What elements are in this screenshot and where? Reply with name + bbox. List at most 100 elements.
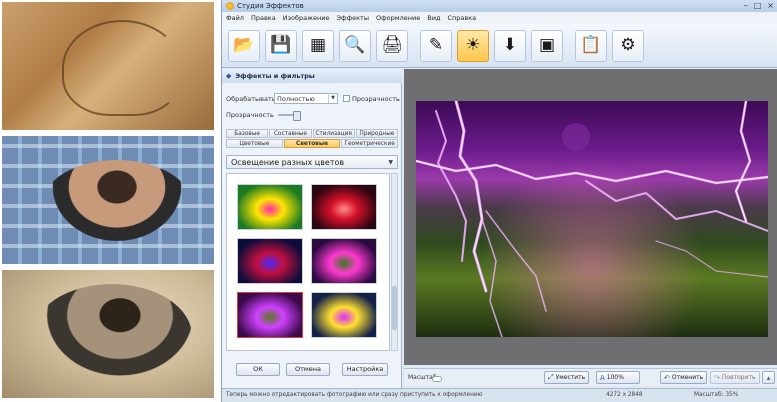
- effects-button[interactable]: ☀: [457, 29, 489, 62]
- print-button[interactable]: 🖨: [376, 29, 408, 62]
- preview-icon: 🔍: [344, 35, 366, 55]
- status-hint: Теперь можно отредактировать фотографию …: [226, 392, 483, 398]
- frame-button[interactable]: ▣: [531, 29, 563, 62]
- actual-size-button[interactable]: A 100%: [596, 371, 640, 384]
- opacity-label: Прозрачность: [226, 111, 274, 119]
- edit-icon: ✎: [428, 35, 444, 55]
- menu-decoration[interactable]: Оформление: [376, 14, 420, 22]
- chevron-down-icon: ▼: [328, 94, 337, 103]
- process-row: Обрабатывать Полностью ▼ Прозрачность: [226, 93, 400, 104]
- menu-effects[interactable]: Эффекты: [336, 14, 369, 22]
- menu-image[interactable]: Изображение: [283, 14, 330, 22]
- chevron-down-icon: ▼: [388, 158, 393, 166]
- ok-button[interactable]: ОК: [236, 363, 280, 376]
- open-folder-icon: 📂: [233, 35, 255, 55]
- panel-title: Эффекты и фильтры: [235, 72, 315, 80]
- scale-readout: Масштаб: 35%: [694, 392, 739, 398]
- minimize-button[interactable]: –: [744, 1, 748, 10]
- category-dropdown[interactable]: Освещение разных цветов ▼: [226, 155, 398, 169]
- tab-basic[interactable]: Базовые: [226, 129, 269, 138]
- menu-view[interactable]: Вид: [427, 14, 440, 22]
- redo-button[interactable]: ↷ Повторить: [710, 371, 760, 384]
- process-label: Обрабатывать: [226, 94, 276, 103]
- import-icon: ⬇: [502, 35, 518, 55]
- zoom-slider[interactable]: [432, 376, 442, 382]
- menu-bar: Файл Правка Изображение Эффекты Оформлен…: [222, 12, 777, 24]
- vintage-effect-photo: [2, 270, 214, 398]
- sepia-sketch-photo: [2, 2, 214, 130]
- fit-button[interactable]: ⤢ Уместить: [544, 371, 590, 384]
- cancel-button[interactable]: Отмена: [286, 363, 330, 376]
- app-logo-icon: [226, 2, 234, 10]
- chevron-up-icon: ▴: [766, 373, 771, 382]
- status-bar: Теперь можно отредактировать фотографию …: [222, 388, 777, 402]
- redo-icon: ↷: [714, 373, 720, 382]
- woven-effect-photo: [2, 136, 214, 264]
- image-size: 4272 x 2848: [606, 392, 643, 398]
- effects-sun-icon: ☀: [465, 35, 481, 55]
- collapse-icon[interactable]: ◆: [226, 72, 231, 80]
- title-bar: Студия Эффектов – □ ×: [222, 0, 777, 12]
- fit-label: Уместить: [555, 374, 586, 381]
- menu-file[interactable]: Файл: [226, 14, 244, 22]
- menu-edit[interactable]: Правка: [251, 14, 276, 22]
- tabs-row-2: Цветовые Световые Геометрические: [226, 139, 399, 148]
- panel-header: ◆ Эффекты и фильтры: [222, 69, 402, 83]
- tab-color[interactable]: Цветовые: [226, 139, 283, 148]
- open-button[interactable]: 📂: [228, 29, 260, 62]
- effect-thumbnails: [226, 173, 390, 351]
- settings-panel-button[interactable]: Настройка: [342, 363, 388, 376]
- main-toolbar: 📂 💾 ▦ 🔍 🖨 ✎ ☀ ⬇ ▣ 📋 ⚙: [222, 24, 777, 68]
- transparency-checkbox-label: Прозрачность: [352, 94, 400, 103]
- effect-thumb-1[interactable]: [311, 184, 377, 230]
- effect-thumb-2[interactable]: [237, 238, 303, 284]
- category-label: Освещение разных цветов: [231, 157, 345, 167]
- grid-icon: ▦: [309, 35, 327, 55]
- effect-thumb-0[interactable]: [237, 184, 303, 230]
- menu-help[interactable]: Справка: [447, 14, 476, 22]
- magnifier-icon: A: [600, 373, 605, 382]
- maximize-button[interactable]: □: [754, 1, 762, 10]
- transparency-checkbox[interactable]: [343, 95, 350, 102]
- edit-button[interactable]: ✎: [420, 29, 452, 62]
- save-button[interactable]: 💾: [265, 29, 297, 62]
- tab-composite[interactable]: Составные: [269, 129, 312, 138]
- process-select[interactable]: Полностью ▼: [274, 93, 338, 104]
- import-button[interactable]: ⬇: [494, 29, 526, 62]
- image-canvas: [404, 69, 777, 365]
- effect-thumb-4[interactable]: [237, 292, 303, 338]
- tabs-row-1: Базовые Составные Стилизация Природные: [226, 129, 398, 138]
- undo-icon: ↶: [664, 373, 670, 382]
- redo-label: Повторить: [721, 374, 756, 381]
- preview-image[interactable]: [416, 101, 768, 337]
- tab-stylization[interactable]: Стилизация: [312, 129, 355, 138]
- fit-icon: ⤢: [548, 373, 554, 381]
- gallery-button[interactable]: ▦: [302, 29, 334, 62]
- effects-panel: ◆ Эффекты и фильтры Обрабатывать Полност…: [222, 69, 402, 402]
- lightning-artwork: [416, 101, 768, 337]
- tab-geometric[interactable]: Геометрические: [341, 139, 399, 148]
- zoom-strip: Масштаб ⤢ Уместить A 100% ↶ Отменить ↷ П…: [404, 368, 777, 386]
- settings-icon: ⚙: [620, 35, 636, 55]
- example-collage: [0, 0, 218, 402]
- effect-thumb-3[interactable]: [311, 238, 377, 284]
- frame-icon: ▣: [538, 35, 556, 55]
- settings-button[interactable]: ⚙: [612, 29, 644, 62]
- app-window: Студия Эффектов – □ × Файл Правка Изобра…: [221, 0, 777, 402]
- expand-button[interactable]: ▴: [762, 371, 775, 384]
- tab-natural[interactable]: Природные: [355, 129, 398, 138]
- undo-button[interactable]: ↶ Отменить: [660, 371, 708, 384]
- preview-button[interactable]: 🔍: [339, 29, 371, 62]
- process-select-value: Полностью: [277, 94, 315, 103]
- clipboard-icon: 📋: [580, 35, 602, 55]
- window-title: Студия Эффектов: [237, 2, 304, 10]
- opacity-slider[interactable]: [277, 111, 301, 121]
- effect-thumb-5[interactable]: [311, 292, 377, 338]
- close-button[interactable]: ×: [767, 1, 774, 10]
- save-icon: 💾: [270, 35, 292, 55]
- print-icon: 🖨: [381, 35, 403, 55]
- clipboard-button[interactable]: 📋: [575, 29, 607, 62]
- tab-light[interactable]: Световые: [283, 139, 341, 148]
- zoom-value: 100%: [606, 374, 624, 381]
- thumbnails-scrollbar[interactable]: [391, 173, 398, 351]
